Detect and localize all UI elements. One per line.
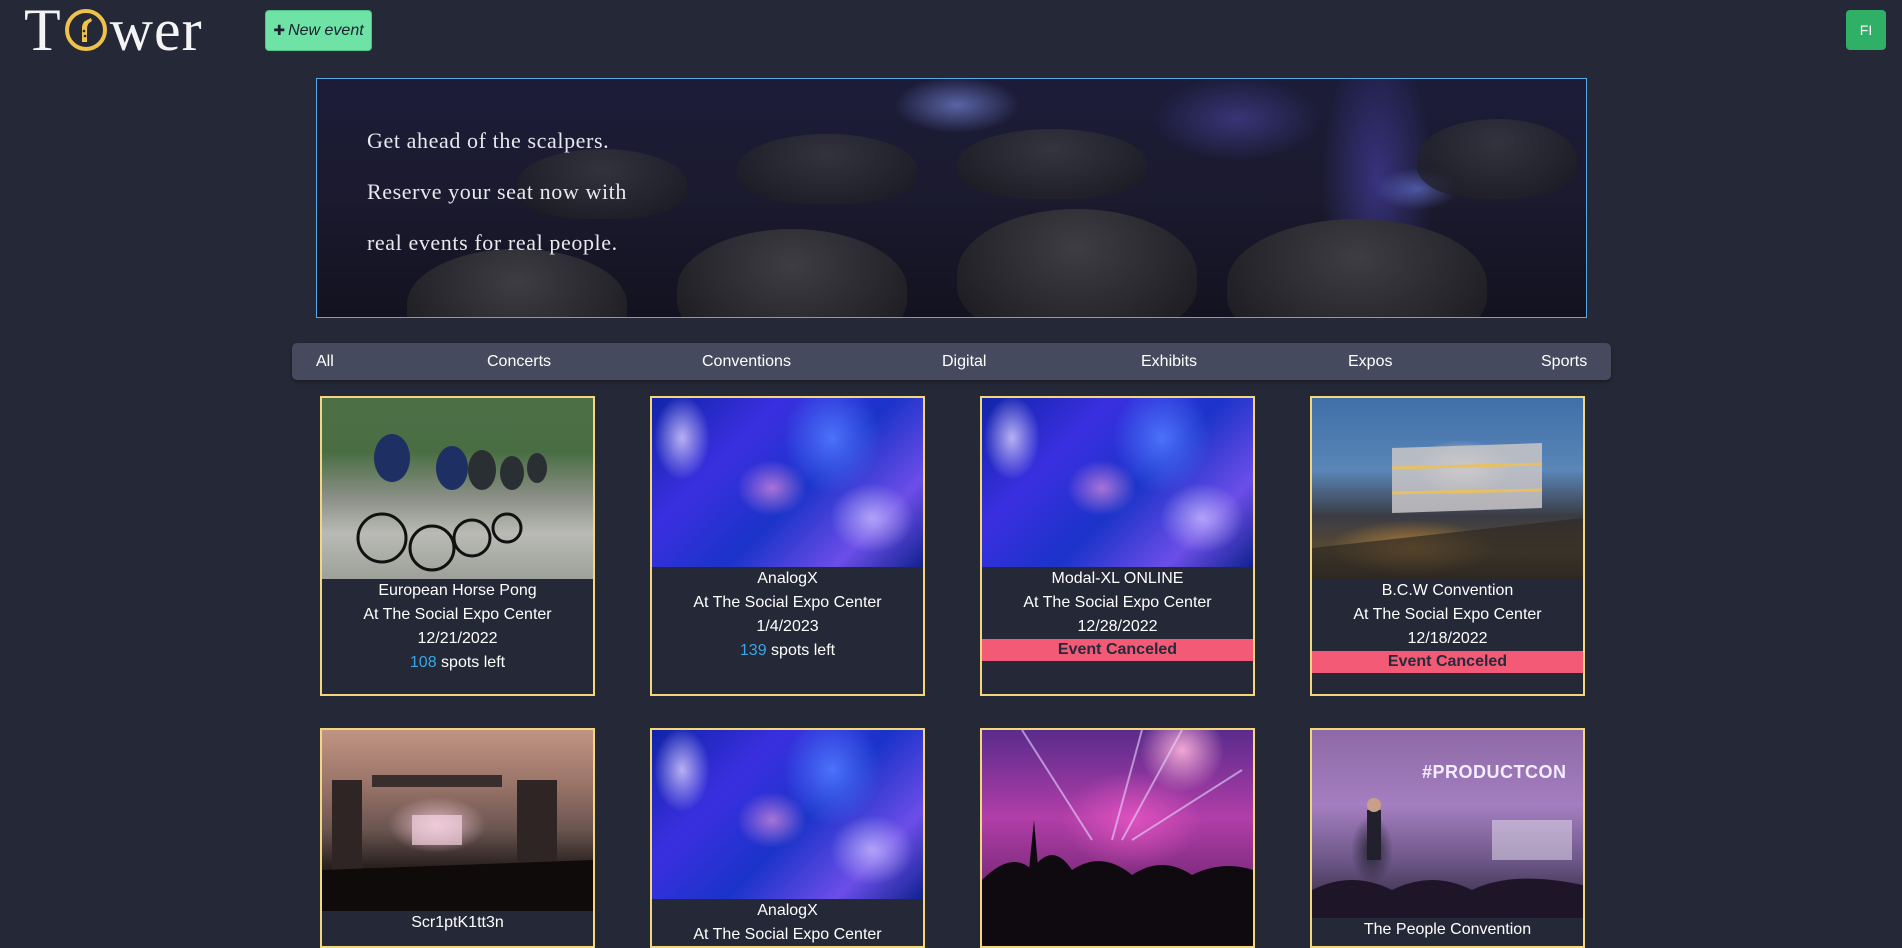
event-image-stage xyxy=(322,730,593,911)
category-all[interactable]: All xyxy=(316,343,334,380)
event-card[interactable] xyxy=(980,728,1255,948)
hero-tagline: Get ahead of the scalpers. Reserve your … xyxy=(367,115,627,268)
event-image-building xyxy=(1312,398,1583,579)
event-location: At The Social Expo Center xyxy=(693,594,882,611)
event-image-cycling xyxy=(322,398,593,579)
new-event-button[interactable]: ✚ New event xyxy=(265,10,372,51)
spots-suffix: spots left xyxy=(436,654,506,671)
category-filter-bar: All Concerts Conventions Digital Exhibit… xyxy=(292,343,1611,380)
event-card[interactable]: Scr1ptK1tt3n xyxy=(320,728,595,948)
category-conventions[interactable]: Conventions xyxy=(702,343,791,380)
event-name: The People Convention xyxy=(1363,921,1532,938)
event-location: At The Social Expo Center xyxy=(363,606,552,623)
event-date: 1/4/2023 xyxy=(756,618,819,635)
category-exhibits[interactable]: Exhibits xyxy=(1141,343,1197,380)
event-date: 12/28/2022 xyxy=(1077,618,1158,635)
category-sports[interactable]: Sports xyxy=(1541,343,1587,380)
event-location: At The Social Expo Center xyxy=(1353,606,1542,623)
category-concerts[interactable]: Concerts xyxy=(487,343,551,380)
event-name: European Horse Pong xyxy=(378,582,537,599)
new-event-label: New event xyxy=(288,21,364,39)
top-header: T wer ✚ New event FI xyxy=(0,0,1902,64)
category-digital[interactable]: Digital xyxy=(942,343,986,380)
category-expos[interactable]: Expos xyxy=(1348,343,1392,380)
user-avatar-button[interactable]: FI xyxy=(1846,10,1886,50)
event-date: 12/21/2022 xyxy=(417,630,498,647)
event-card[interactable]: AnalogX At The Social Expo Center xyxy=(650,728,925,948)
event-name: B.C.W Convention xyxy=(1381,582,1514,599)
hero-line: Get ahead of the scalpers. xyxy=(367,128,610,153)
event-image-abstract xyxy=(652,730,923,899)
event-image-abstract xyxy=(652,398,923,567)
event-name: AnalogX xyxy=(757,570,818,587)
giraffe-logo-icon xyxy=(64,8,108,52)
hero-line: Reserve your seat now with xyxy=(367,179,627,204)
event-card[interactable]: B.C.W Convention At The Social Expo Cent… xyxy=(1310,396,1585,696)
spots-suffix: spots left xyxy=(766,642,836,659)
plus-icon: ✚ xyxy=(273,22,286,38)
event-name: AnalogX xyxy=(757,902,818,919)
event-location: At The Social Expo Center xyxy=(1023,594,1212,611)
event-image-concert xyxy=(982,730,1253,946)
hero-banner: Get ahead of the scalpers. Reserve your … xyxy=(316,78,1587,318)
event-name: Scr1ptK1tt3n xyxy=(411,914,504,931)
tower-logo[interactable]: T wer xyxy=(24,0,203,63)
event-canceled-badge: Event Canceled xyxy=(982,639,1253,661)
event-image-conference: #PRODUCTCON xyxy=(1312,730,1583,918)
spots-count: 108 xyxy=(409,654,437,671)
event-canceled-badge: Event Canceled xyxy=(1312,651,1583,673)
event-card[interactable]: European Horse Pong At The Social Expo C… xyxy=(320,396,595,696)
event-card[interactable]: Modal-XL ONLINE At The Social Expo Cente… xyxy=(980,396,1255,696)
event-location: At The Social Expo Center xyxy=(693,926,882,943)
spots-count: 139 xyxy=(739,642,767,659)
event-name: Modal-XL ONLINE xyxy=(1051,570,1184,587)
event-spots: 139 spots left xyxy=(652,639,923,663)
event-image-abstract xyxy=(982,398,1253,567)
event-date: 12/18/2022 xyxy=(1407,630,1488,647)
hero-line: real events for real people. xyxy=(367,230,618,255)
event-card[interactable]: #PRODUCTCON The People Convention xyxy=(1310,728,1585,948)
event-card[interactable]: AnalogX At The Social Expo Center 1/4/20… xyxy=(650,396,925,696)
event-spots: 108 spots left xyxy=(322,651,593,675)
